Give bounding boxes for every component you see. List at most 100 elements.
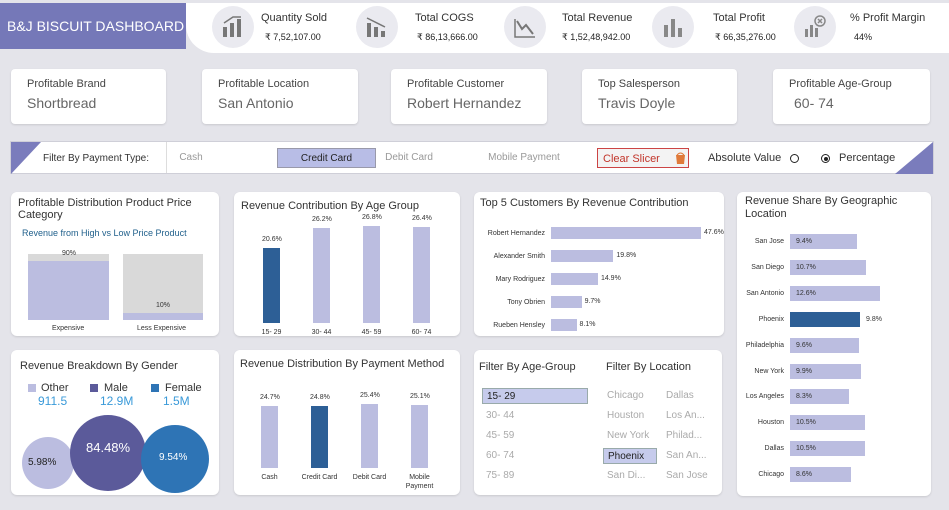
customer-name-mary-rodriguez: Mary Rodriguez (495, 276, 545, 283)
kpi-quantity-value: ₹ 7,52,107.00 (265, 32, 321, 42)
profitable-location-value: San Antonio (218, 95, 294, 111)
customer-value-alexander-smith: 19.8% (616, 252, 637, 259)
cash-tick: Cash (261, 474, 278, 481)
mobile-payment-value-label: 25.1% (410, 392, 430, 400)
expensive-value-label: 90% (62, 249, 77, 257)
customer-value-mary-rodriguez: 14.9% (600, 275, 621, 282)
location-filter-option-phoenix[interactable]: Phoenix (603, 448, 657, 464)
geo-value-san-diego: 10.7% (796, 263, 816, 271)
location-filter-option-houston[interactable]: Houston (603, 408, 657, 424)
profitable-age-group-card: Profitable Age-Group 60- 74 (773, 69, 930, 124)
location-filter-option-san-an[interactable]: San An... (662, 448, 716, 464)
expensive-bar (28, 260, 109, 320)
geo-bar-phoenix (790, 311, 860, 327)
customer-value-tony-obrien: 9.7% (584, 298, 601, 305)
location-filter-option-dallas[interactable]: Dallas (662, 388, 716, 404)
kpi-profit-label: Total Profit (713, 12, 765, 24)
decor-triangle-left (11, 142, 41, 174)
location-filter-option-los-an[interactable]: Los An... (662, 408, 716, 424)
top-salesperson-card: Top Salesperson Travis Doyle (582, 69, 737, 124)
payment-option-mobile-payment[interactable]: Mobile Payment (481, 148, 567, 168)
payment-filter-bar: Filter By Payment Type: Cash Credit Card… (10, 141, 934, 174)
payment-option-credit-card[interactable]: Credit Card (277, 148, 376, 168)
customer-bar-robert-hernandez (551, 227, 701, 239)
customer-bar-tony-obrien (551, 296, 582, 308)
absolute-value-radio[interactable] (790, 154, 799, 163)
geo-value-chicago: 8.6% (796, 471, 812, 479)
geo-value-phoenix: 9.8% (866, 315, 882, 323)
dashboard-title-box: B&J BISCUIT DASHBOARD (0, 3, 186, 49)
percentage-radio[interactable] (821, 154, 830, 163)
location-filter-option-new-york[interactable]: New York (603, 428, 657, 444)
45-59-tick: 45- 59 (361, 329, 382, 336)
geo-card: Revenue Share By Geographic Location San… (737, 192, 931, 496)
geo-value-new-york: 9.9% (796, 367, 812, 375)
credit-card-value-label: 24.8% (310, 393, 330, 401)
kpi-margin-label: % Profit Margin (850, 12, 926, 24)
profitable-customer-value: Robert Hernandez (407, 95, 522, 111)
payment-option-debit-card[interactable]: Debit Card (377, 148, 441, 168)
top-customers-card: Top 5 Customers By Revenue Contribution … (474, 192, 724, 336)
dashboard-title: B&J BISCUIT DASHBOARD (7, 18, 185, 34)
geo-name-phoenix: Phoenix (758, 315, 784, 323)
clear-slicer-button[interactable]: Clear Slicer (597, 148, 689, 168)
geo-title: Revenue Share By Geographic Location (745, 195, 898, 220)
profitable-brand-label: Profitable Brand (27, 78, 106, 90)
bar-chart-icon (652, 6, 694, 48)
profitable-location-card: Profitable Location San Antonio (202, 69, 358, 124)
profitable-brand-value: Shortbread (27, 95, 97, 111)
customer-name-rueben-hensley: Rueben Hensley (493, 322, 545, 329)
age-filter-option-45-59[interactable]: 45- 59 (482, 428, 588, 444)
age-group-title: Revenue Contribution By Age Group (241, 200, 419, 212)
age-filter-title: Filter By Age-Group (479, 361, 576, 373)
geo-name-philadelphia: Philadelphia (745, 341, 784, 349)
customer-bar-mary-rodriguez (551, 273, 598, 285)
less-expensive-bar-bg (123, 254, 203, 320)
mobile-payment-bar (411, 404, 428, 468)
profitable-customer-label: Profitable Customer (407, 78, 505, 90)
kpi-margin-value: 44% (854, 32, 873, 42)
mobile-payment-tick: Mobile Payment (405, 474, 434, 490)
geo-name-houston: Houston (757, 419, 784, 427)
male-bubble-label: 84.48% (86, 440, 131, 455)
location-filter-title: Filter By Location (606, 361, 691, 373)
geo-value-houston: 10.5% (796, 419, 816, 427)
geo-name-los-angeles: Los Angeles (745, 393, 784, 401)
other-bubble-label: 5.98% (28, 457, 57, 468)
payment-option-cash[interactable]: Cash (171, 148, 211, 168)
age-filter-option-75-89[interactable]: 75- 89 (482, 468, 588, 484)
15-29-value-label: 20.6% (262, 236, 282, 244)
location-filter-option-san-di[interactable]: San Di... (603, 468, 657, 484)
legend-female-value: 1.5M (163, 394, 190, 408)
legend-other-label: Other (41, 382, 69, 394)
customer-name-robert-hernandez: Robert Hernandez (487, 230, 545, 237)
age-filter-option-15-29[interactable]: 15- 29 (482, 388, 588, 404)
geo-name-san-antonio: San Antonio (746, 289, 784, 297)
legend-male-swatch (90, 384, 98, 392)
payment-method-title: Revenue Distribution By Payment Method (240, 358, 445, 370)
kpi-revenue-value: ₹ 1,52,48,942.00 (562, 32, 631, 42)
kpi-revenue-label: Total Revenue (562, 12, 633, 24)
price-category-title: Profitable Distribution Product Price Ca… (18, 197, 192, 221)
geo-value-los-angeles: 8.3% (796, 393, 812, 401)
geo-value-philadelphia: 9.6% (796, 341, 812, 349)
geo-name-new-york: New York (754, 367, 784, 375)
location-filter-option-san-jose[interactable]: San Jose (662, 468, 716, 484)
30-44-bar (313, 227, 330, 323)
decor-triangle-right (895, 142, 933, 174)
profitable-brand-card: Profitable Brand Shortbread (11, 69, 166, 124)
location-filter-option-philad[interactable]: Philad... (662, 428, 716, 444)
30-44-tick: 30- 44 (311, 329, 332, 336)
kpi-strip: Quantity Sold ₹ 7,52,107.00 Total COGS ₹… (186, 3, 949, 53)
top-salesperson-value: Travis Doyle (598, 95, 676, 111)
age-filter-option-60-74[interactable]: 60- 74 (482, 448, 588, 464)
debit-card-tick: Debit Card (352, 474, 387, 481)
geo-name-dallas: Dallas (764, 445, 784, 453)
kpi-profit-value: ₹ 66,35,276.00 (715, 32, 776, 42)
age-filter-option-30-44[interactable]: 30- 44 (482, 408, 588, 424)
price-category-card: Profitable Distribution Product Price Ca… (11, 192, 219, 336)
location-filter-option-chicago[interactable]: Chicago (603, 388, 657, 404)
debit-card-value-label: 25.4% (360, 392, 380, 399)
age-location-filter-card: Filter By Age-Group Filter By Location 1… (474, 350, 722, 495)
kpi-quantity-label: Quantity Sold (261, 12, 328, 24)
